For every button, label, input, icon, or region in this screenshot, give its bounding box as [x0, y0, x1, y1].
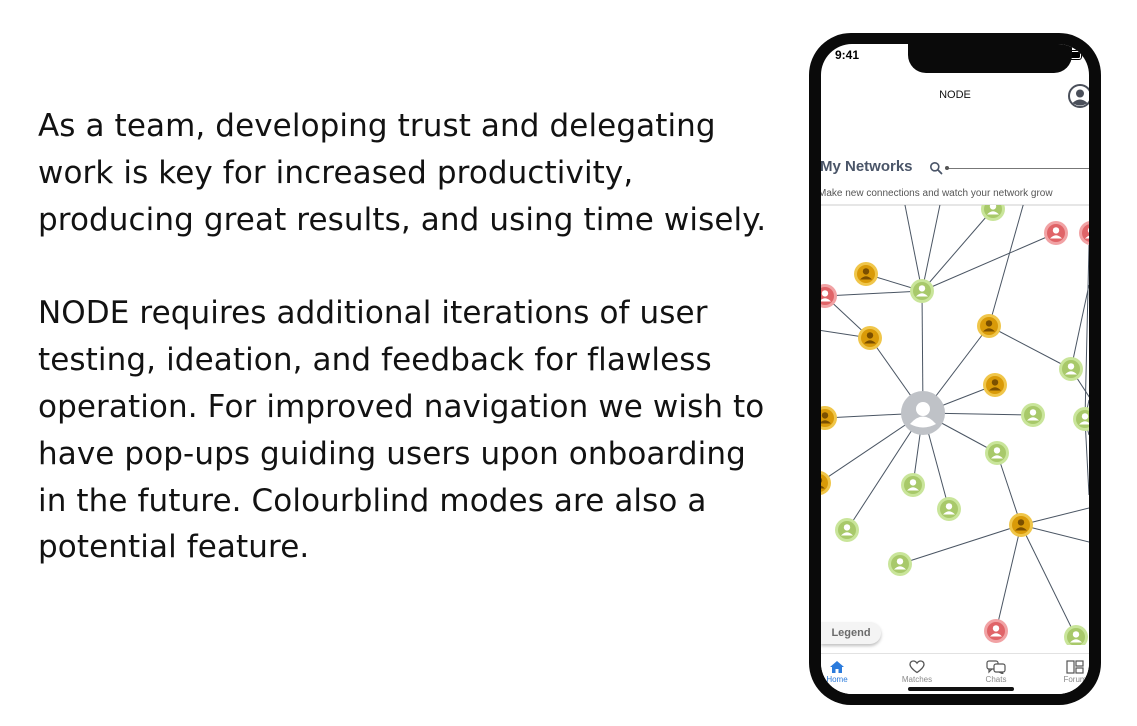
phone-mockup: 9:41 NODE My Networks Make new connectio…: [809, 33, 1101, 705]
tab-forum[interactable]: Forum: [1055, 657, 1089, 684]
node-green: [888, 552, 912, 576]
node-green: [835, 518, 859, 542]
tab-forum-label: Forum: [1063, 675, 1087, 684]
tab-home-label: Home: [826, 675, 848, 684]
search-slider-handle[interactable]: [945, 166, 949, 170]
heart-icon: [909, 660, 925, 674]
node-yellow: [821, 406, 837, 430]
tab-chats-label: Chats: [985, 675, 1007, 684]
node-green: [937, 497, 961, 521]
section-subtitle: Make new connections and watch your netw…: [821, 188, 1053, 199]
description-copy: As a team, developing trust and delegati…: [38, 103, 778, 571]
node-green: [901, 473, 925, 497]
node-yellow: [1009, 513, 1033, 537]
forum-icon: [1066, 660, 1084, 674]
app-title: NODE: [939, 89, 971, 101]
tab-home[interactable]: Home: [821, 657, 857, 684]
node-yellow: [983, 373, 1007, 397]
network-graph[interactable]: [821, 205, 1089, 645]
network-nodes[interactable]: [821, 205, 1089, 645]
tab-chats[interactable]: Chats: [976, 657, 1016, 684]
node-green: [1021, 403, 1045, 427]
node-green: [1064, 625, 1088, 645]
node-center: [901, 391, 945, 435]
node-yellow: [858, 326, 882, 350]
node-green: [1059, 357, 1083, 381]
paragraph-next-steps: NODE requires additional iterations of u…: [38, 295, 765, 566]
search-input[interactable]: [946, 168, 1089, 169]
tab-matches[interactable]: Matches: [897, 657, 937, 684]
search-icon[interactable]: [929, 161, 943, 175]
section-title: My Networks: [821, 158, 913, 175]
phone-notch: [908, 44, 1072, 73]
tab-matches-label: Matches: [901, 675, 933, 684]
node-green: [910, 279, 934, 303]
phone-screen: 9:41 NODE My Networks Make new connectio…: [821, 44, 1089, 694]
node-yellow: [821, 471, 831, 495]
paragraph-teamwork: As a team, developing trust and delegati…: [38, 108, 767, 238]
node-yellow: [854, 262, 878, 286]
home-icon: [830, 661, 844, 673]
status-time: 9:41: [835, 48, 860, 62]
user-avatar-icon[interactable]: [1068, 84, 1089, 108]
node-green: [985, 441, 1009, 465]
node-green: [1073, 407, 1089, 431]
home-indicator: [908, 687, 1014, 691]
node-red: [1044, 221, 1068, 245]
legend-button[interactable]: Legend: [821, 622, 881, 644]
node-red: [984, 619, 1008, 643]
node-yellow: [977, 314, 1001, 338]
node-red: [1079, 221, 1089, 245]
chat-icon: [986, 660, 1006, 674]
